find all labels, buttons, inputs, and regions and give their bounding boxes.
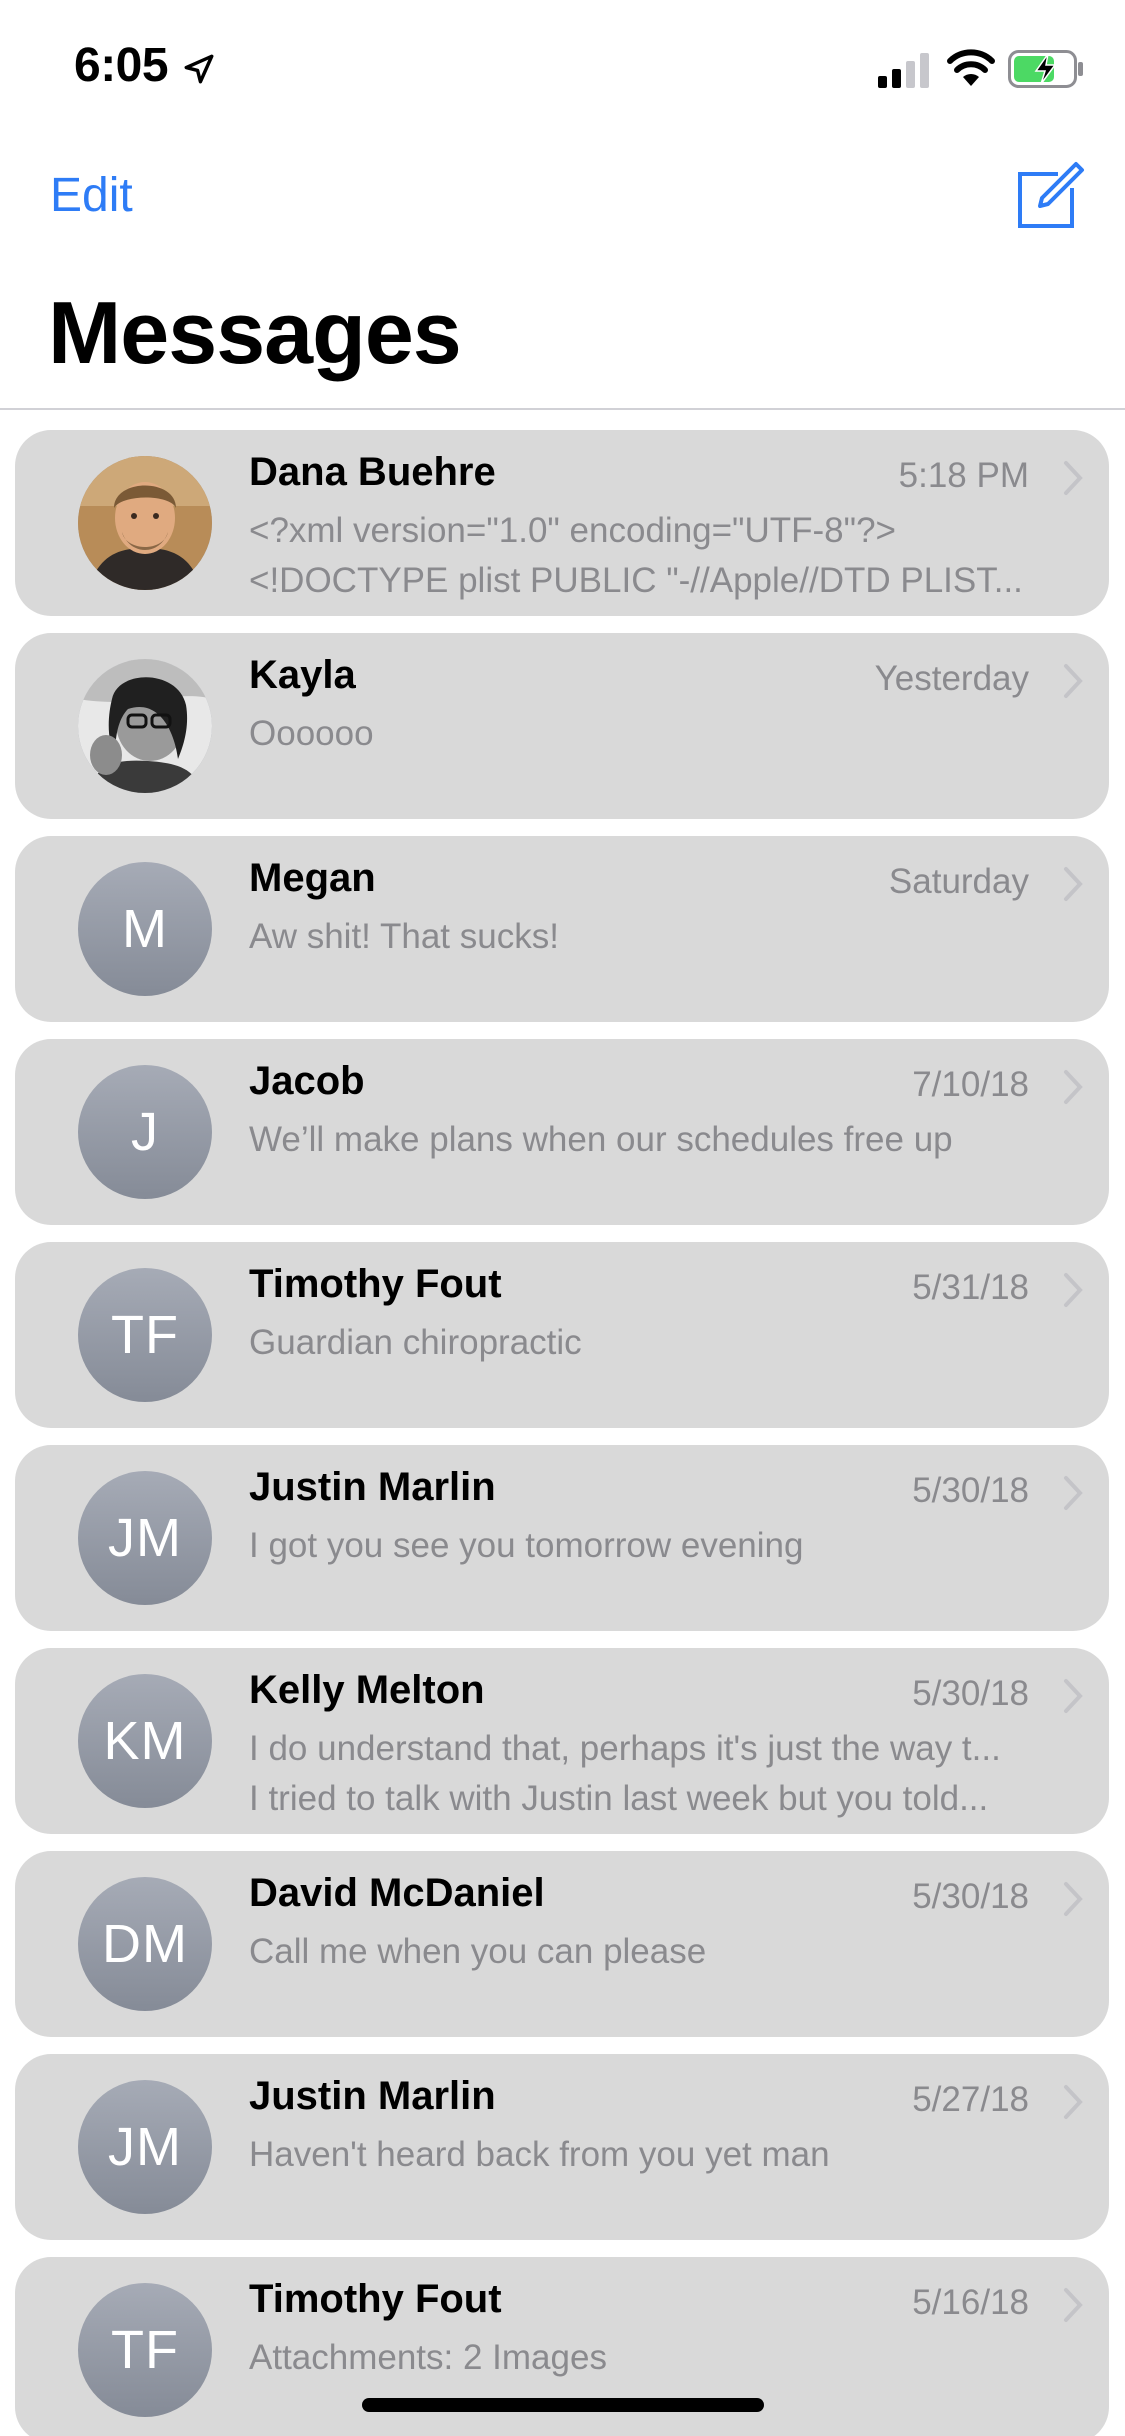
conversation-row[interactable]: JM Justin Marlin 5/27/18 Haven't heard b… xyxy=(15,2054,1109,2240)
conversation-row[interactable]: TF Timothy Fout 5/31/18 Guardian chiropr… xyxy=(15,1242,1109,1428)
conversation-row[interactable]: JM Justin Marlin 5/30/18 I got you see y… xyxy=(15,1445,1109,1631)
avatar-initials: M xyxy=(78,862,212,996)
timestamp: 5/31/18 xyxy=(912,1268,1029,1307)
preview-line: I got you see you tomorrow evening xyxy=(249,1526,804,1565)
conversation-row[interactable]: Dana Buehre 5:18 PM <?xml version="1.0" … xyxy=(15,430,1109,616)
message-preview: Aw shit! That sucks! xyxy=(249,912,1085,962)
chevron-right-icon xyxy=(1064,664,1083,698)
conversation-row[interactable]: M Megan Saturday Aw shit! That sucks! xyxy=(15,836,1109,1022)
message-preview: Attachments: 2 Images xyxy=(249,2333,1085,2383)
message-preview: I do understand that, perhaps it's just … xyxy=(249,1724,1085,1824)
contact-name: Kelly Melton xyxy=(249,1668,485,1712)
chevron-right-icon xyxy=(1064,867,1083,901)
chevron-right-icon xyxy=(1064,1273,1083,1307)
timestamp: 5/27/18 xyxy=(912,2080,1029,2119)
preview-line: I do understand that, perhaps it's just … xyxy=(249,1729,1001,1768)
message-preview: Guardian chiropractic xyxy=(249,1318,1085,1368)
message-preview: We’ll make plans when our schedules free… xyxy=(249,1115,1085,1165)
avatar-initials: KM xyxy=(78,1674,212,1808)
contact-name: Justin Marlin xyxy=(249,1465,496,1509)
chevron-right-icon xyxy=(1064,1882,1083,1916)
avatar-initials: DM xyxy=(78,1877,212,2011)
message-preview: Haven't heard back from you yet man xyxy=(249,2130,1085,2180)
status-time: 6:05 xyxy=(74,39,169,92)
message-preview: Call me when you can please xyxy=(249,1927,1085,1977)
status-bar: 6:05 xyxy=(0,0,1125,135)
preview-line: I tried to talk with Justin last week bu… xyxy=(249,1779,989,1818)
avatar-initials: TF xyxy=(78,1268,212,1402)
avatar-initials: TF xyxy=(78,2283,212,2417)
chevron-right-icon xyxy=(1064,1476,1083,1510)
compose-icon xyxy=(1018,162,1084,228)
avatar-initials: JM xyxy=(78,1471,212,1605)
avatar-initials: J xyxy=(78,1065,212,1199)
compose-button[interactable] xyxy=(1014,160,1086,232)
preview-line: Oooooo xyxy=(249,714,374,753)
message-preview: I got you see you tomorrow evening xyxy=(249,1521,1085,1571)
timestamp: 5/30/18 xyxy=(912,1674,1029,1713)
contact-name: Dana Buehre xyxy=(249,450,496,494)
edit-button[interactable]: Edit xyxy=(50,168,133,223)
avatar-photo xyxy=(78,456,212,590)
cellular-signal-icon xyxy=(878,53,929,88)
preview-line: Guardian chiropractic xyxy=(249,1323,582,1362)
conversation-row[interactable]: Kayla Yesterday Oooooo xyxy=(15,633,1109,819)
page-title: Messages xyxy=(48,283,462,382)
preview-line: Aw shit! That sucks! xyxy=(249,917,559,956)
battery-charging-icon xyxy=(1008,50,1083,88)
avatar-initials: JM xyxy=(78,2080,212,2214)
timestamp: 7/10/18 xyxy=(912,1065,1029,1104)
wifi-icon xyxy=(947,49,995,86)
chevron-right-icon xyxy=(1064,2288,1083,2322)
preview-line: We’ll make plans when our schedules free… xyxy=(249,1120,953,1159)
timestamp: 5/30/18 xyxy=(912,1877,1029,1916)
preview-line: Attachments: 2 Images xyxy=(249,2338,607,2377)
contact-name: Jacob xyxy=(249,1059,365,1103)
contact-name: Megan xyxy=(249,856,376,900)
location-arrow-icon xyxy=(184,54,214,84)
contact-name: Kayla xyxy=(249,653,356,697)
preview-line: <?xml version="1.0" encoding="UTF-8"?> xyxy=(249,511,896,550)
preview-line: Haven't heard back from you yet man xyxy=(249,2135,830,2174)
timestamp: Yesterday xyxy=(874,659,1029,698)
title-divider xyxy=(0,408,1125,410)
chevron-right-icon xyxy=(1064,2085,1083,2119)
message-preview: <?xml version="1.0" encoding="UTF-8"?> <… xyxy=(249,506,1085,606)
contact-name: Justin Marlin xyxy=(249,2074,496,2118)
chevron-right-icon xyxy=(1064,1070,1083,1104)
conversation-row[interactable]: KM Kelly Melton 5/30/18 I do understand … xyxy=(15,1648,1109,1834)
contact-name: David McDaniel xyxy=(249,1871,545,1915)
contact-name: Timothy Fout xyxy=(249,2277,502,2321)
preview-line: <!DOCTYPE plist PUBLIC "-//Apple//DTD PL… xyxy=(249,561,1023,600)
avatar-photo xyxy=(78,659,212,793)
timestamp: 5:18 PM xyxy=(898,456,1029,495)
timestamp: Saturday xyxy=(888,862,1029,901)
chevron-right-icon xyxy=(1064,461,1083,495)
chevron-right-icon xyxy=(1064,1679,1083,1713)
conversation-row[interactable]: J Jacob 7/10/18 We’ll make plans when ou… xyxy=(15,1039,1109,1225)
contact-name: Timothy Fout xyxy=(249,1262,502,1306)
timestamp: 5/30/18 xyxy=(912,1471,1029,1510)
message-preview: Oooooo xyxy=(249,709,1085,759)
home-indicator[interactable] xyxy=(362,2398,764,2412)
preview-line: Call me when you can please xyxy=(249,1932,707,1971)
conversation-row[interactable]: DM David McDaniel 5/30/18 Call me when y… xyxy=(15,1851,1109,2037)
timestamp: 5/16/18 xyxy=(912,2283,1029,2322)
